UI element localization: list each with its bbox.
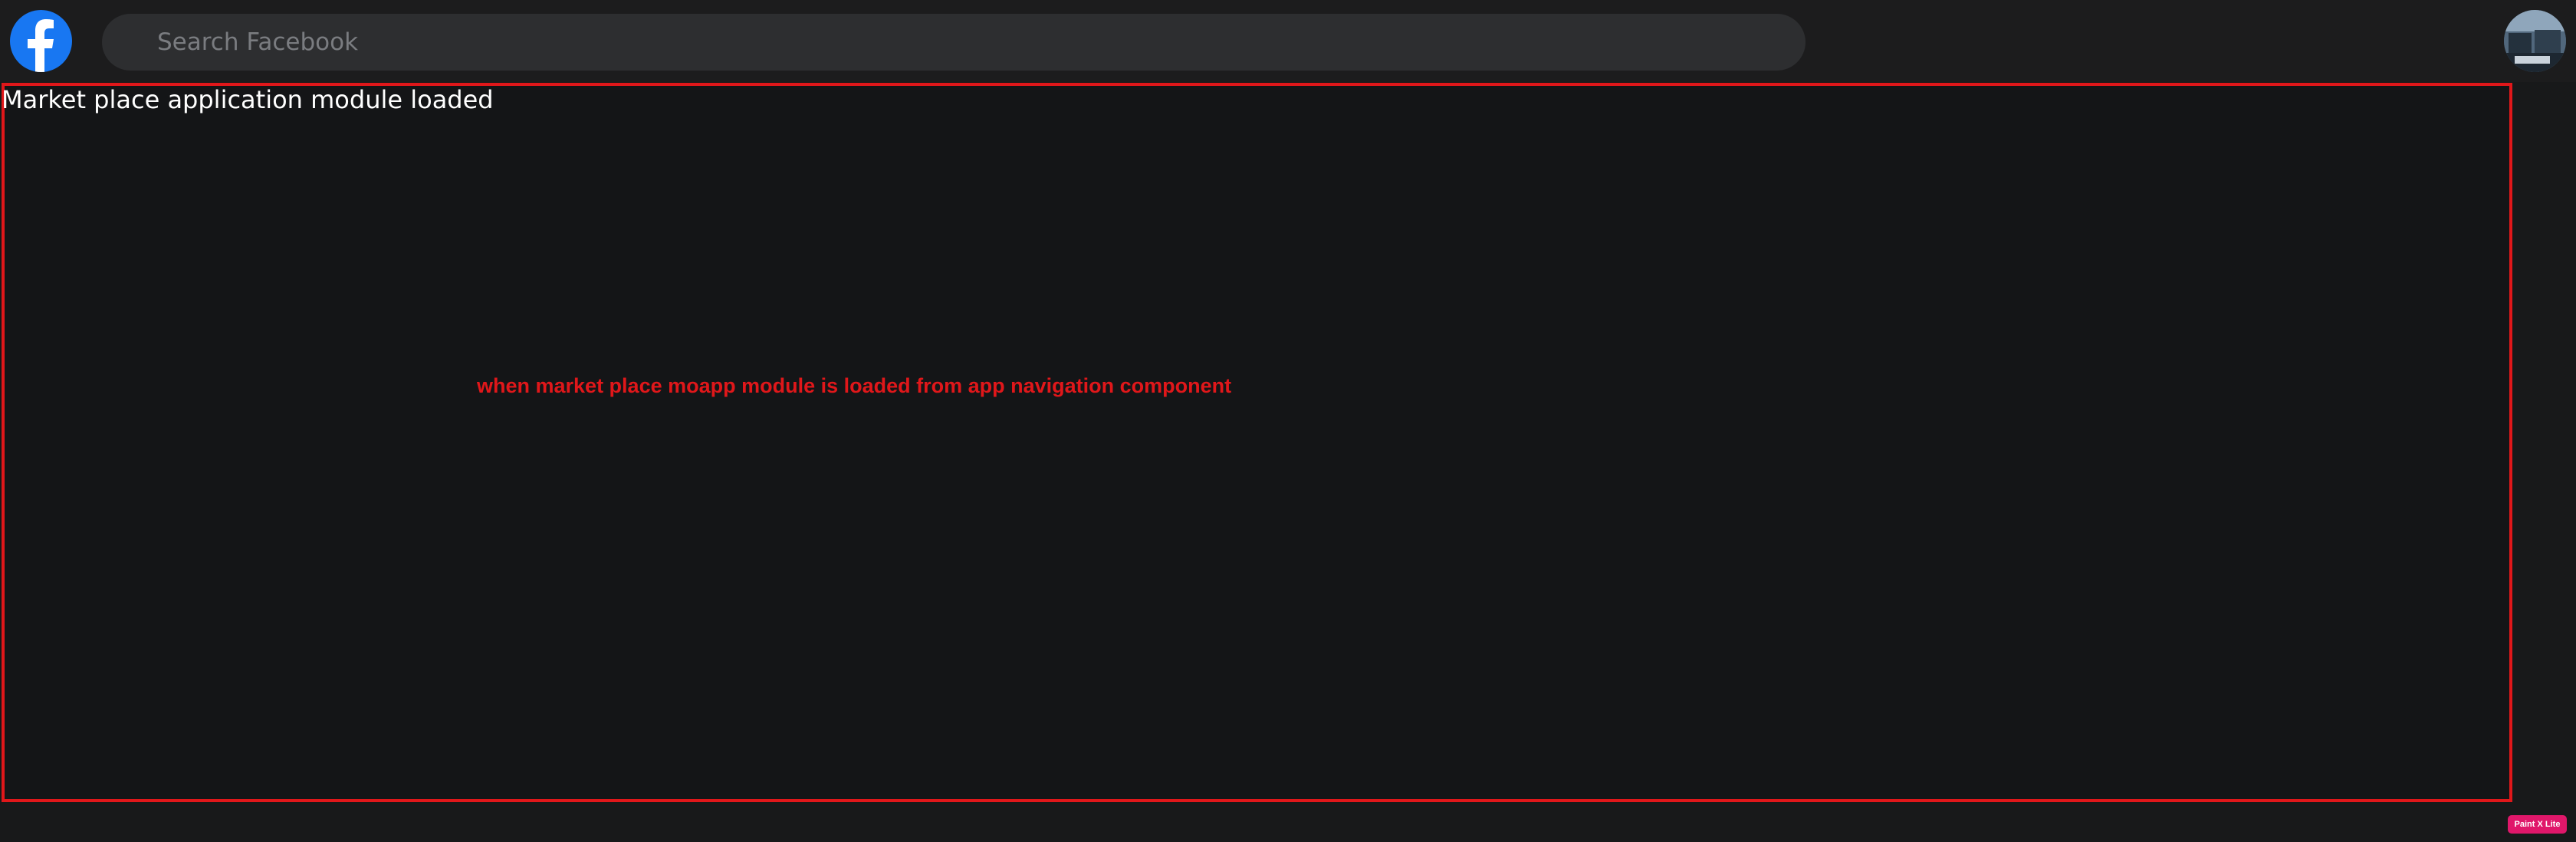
- top-navigation-bar: [0, 0, 2576, 82]
- facebook-logo-icon[interactable]: [10, 10, 72, 72]
- search-bar[interactable]: [102, 14, 1806, 71]
- profile-avatar-icon[interactable]: [2504, 10, 2566, 72]
- page-title: Market place application module loaded: [2, 85, 494, 114]
- paint-x-lite-badge[interactable]: Paint X Lite: [2508, 815, 2567, 834]
- search-input[interactable]: [157, 14, 1767, 71]
- annotation-text: when market place moapp module is loaded…: [477, 374, 1232, 397]
- module-highlight-frame: [2, 83, 2512, 802]
